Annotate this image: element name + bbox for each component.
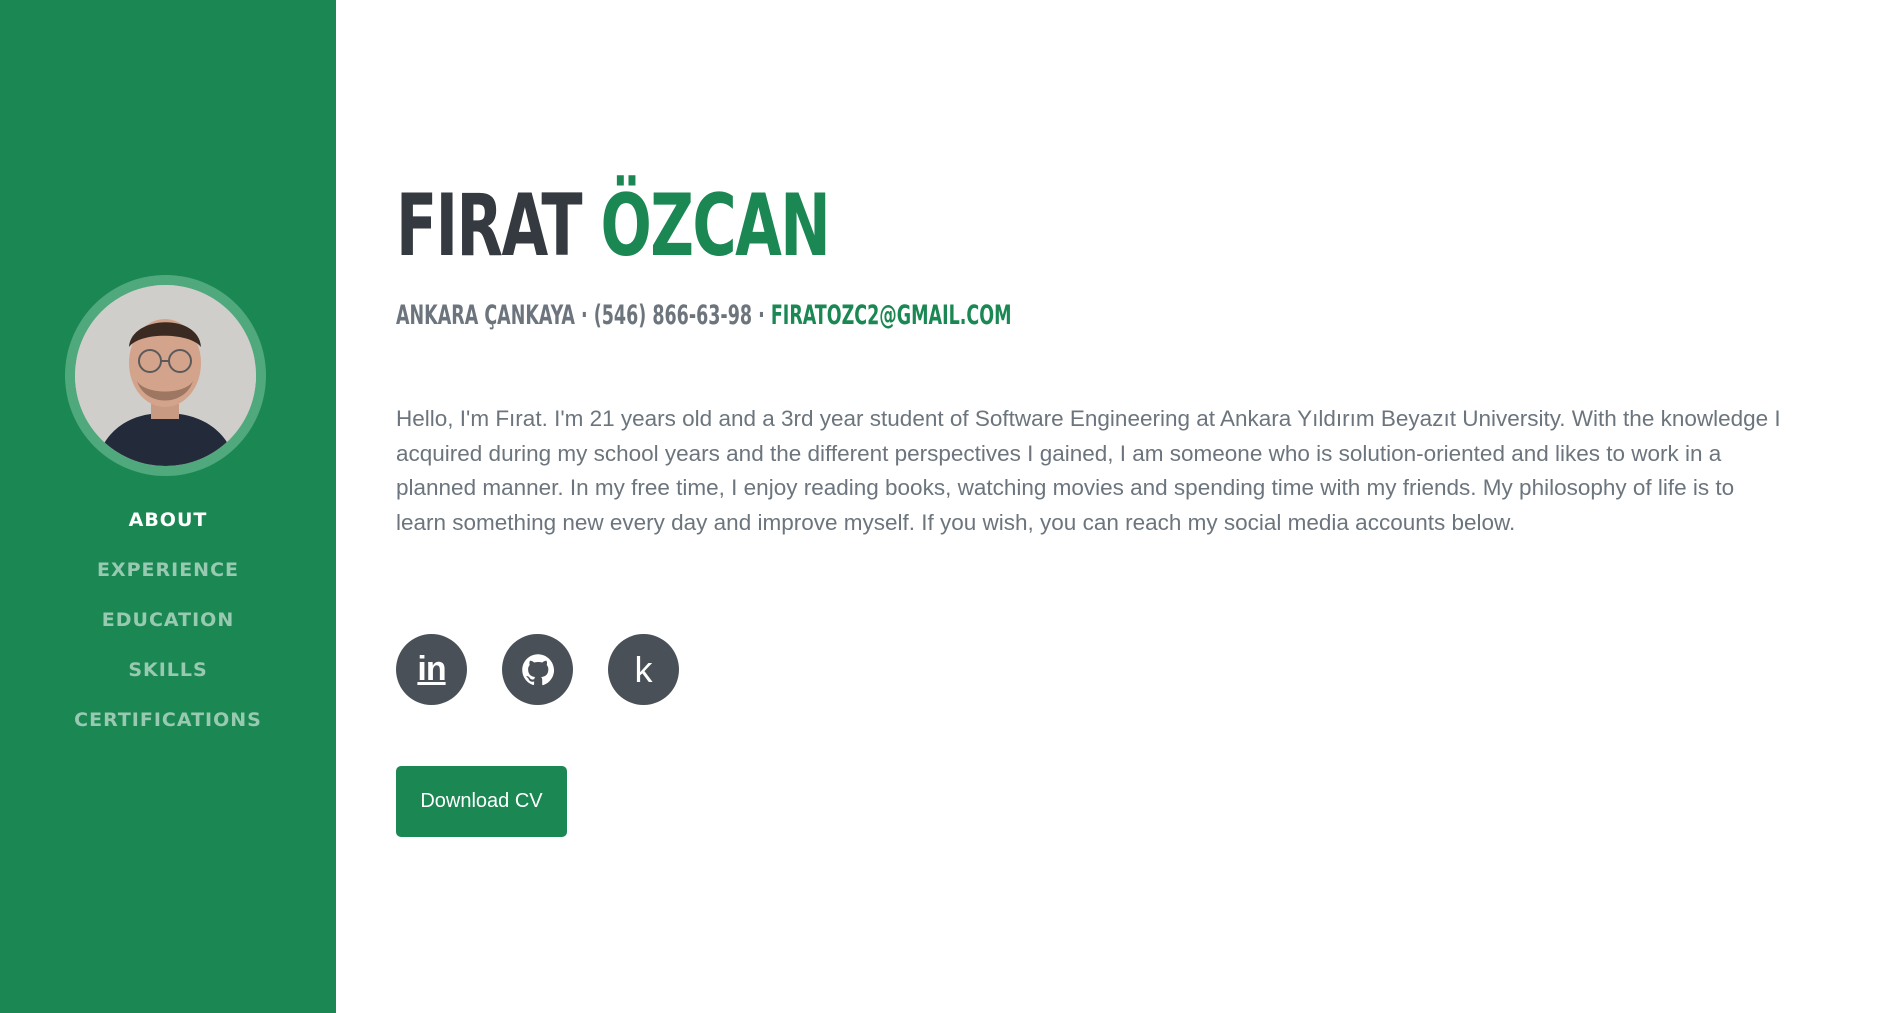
email-link[interactable]: FIRATOZC2@GMAIL.COM — [771, 300, 1012, 331]
nav-item-skills[interactable]: SKILLS — [0, 655, 336, 705]
profile-photo — [75, 285, 256, 466]
github-icon — [521, 653, 554, 685]
avatar — [75, 285, 256, 466]
linkedin-icon: in — [417, 650, 446, 688]
download-cv-button[interactable]: Download CV — [396, 766, 567, 837]
sidebar-nav: ABOUT EXPERIENCE EDUCATION SKILLS CERTIF… — [0, 505, 336, 755]
last-name: ÖZCAN — [600, 176, 830, 276]
first-name: FIRAT — [396, 176, 583, 276]
phone-text: (546) 866-63-98 — [593, 300, 753, 331]
avatar-ring — [65, 275, 266, 476]
contact-line: ANKARA ÇANKAYA · (546) 866-63-98 · FIRAT… — [396, 300, 1011, 331]
kaggle-button[interactable]: k — [608, 634, 679, 705]
separator: · — [581, 300, 588, 331]
social-links: in k — [396, 634, 679, 705]
separator: · — [758, 300, 765, 331]
github-button[interactable] — [502, 634, 573, 705]
nav-item-experience[interactable]: EXPERIENCE — [0, 555, 336, 605]
nav-item-about[interactable]: ABOUT — [0, 505, 336, 555]
page-title: FIRAT ÖZCAN — [396, 176, 831, 276]
linkedin-button[interactable]: in — [396, 634, 467, 705]
nav-item-certifications[interactable]: CERTIFICATIONS — [0, 705, 336, 755]
sidebar: ABOUT EXPERIENCE EDUCATION SKILLS CERTIF… — [0, 0, 336, 1013]
kaggle-icon: k — [634, 648, 653, 690]
bio-text: Hello, I'm Fırat. I'm 21 years old and a… — [396, 406, 1781, 535]
nav-item-education[interactable]: EDUCATION — [0, 605, 336, 655]
location-text: ANKARA ÇANKAYA — [396, 300, 575, 331]
